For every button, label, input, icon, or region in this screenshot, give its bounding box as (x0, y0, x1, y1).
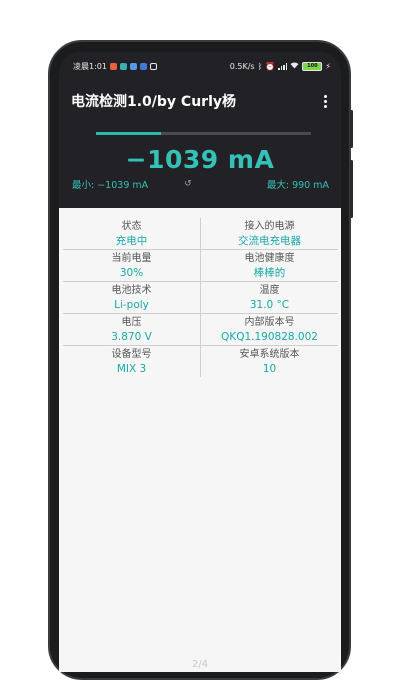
bluetooth-icon: ᛒ (257, 61, 263, 71)
info-cell: 设备型号 MIX 3 (63, 346, 201, 377)
app-notification-icon (109, 62, 117, 70)
battery-health-label: 电池健康度 (244, 252, 295, 264)
temperature-label: 温度 (259, 284, 280, 296)
power-source-label: 接入的电源 (244, 220, 295, 232)
battery-tech-value: Li-poly (114, 298, 149, 311)
info-cell: 电池技术 Li-poly (63, 282, 201, 313)
charging-icon: ⚡ (325, 61, 331, 71)
phone-side-button (350, 110, 353, 148)
app-notification-icon (119, 62, 127, 70)
current-progress-fill (96, 132, 161, 135)
max-current: 最大: 990 mA (266, 180, 329, 191)
info-cell: 电压 3.870 V (63, 314, 201, 345)
status-label: 状态 (121, 220, 142, 232)
device-model-value: MIX 3 (116, 362, 147, 375)
current-meter: −1039 mA 最小: −1039 mA ↺ 最大: 990 mA (59, 122, 341, 191)
device-model-label: 设备型号 (111, 348, 152, 360)
phone-side-button (350, 160, 353, 218)
info-row: 电压 3.870 V 内部版本号 QKQ1.190828.002 (63, 314, 338, 346)
min-current: 最小: −1039 mA (72, 180, 149, 191)
info-row: 设备型号 MIX 3 安卓系统版本 10 (63, 346, 338, 377)
reset-icon[interactable]: ↺ (184, 179, 192, 189)
info-row: 状态 充电中 接入的电源 交流电充电器 (63, 218, 338, 250)
power-source-value: 交流电充电器 (238, 234, 301, 247)
network-speed: 0.5K/s (229, 61, 255, 71)
info-cell: 温度 31.0 °C (201, 282, 338, 313)
app-bar: 电流检测1.0/by Curly杨 (59, 80, 341, 122)
info-row: 当前电量 30% 电池健康度 棒棒的 (63, 250, 338, 282)
wifi-icon (290, 61, 299, 71)
gallery-notification-icon (149, 62, 157, 70)
android-version-label: 安卓系统版本 (239, 348, 300, 360)
app-notification-icon (129, 62, 137, 70)
info-cell: 安卓系统版本 10 (201, 346, 338, 377)
info-row: 电池技术 Li-poly 温度 31.0 °C (63, 282, 338, 314)
battery-icon: 100 (302, 61, 323, 71)
app-notification-icon (139, 62, 147, 70)
battery-info-panel: 状态 充电中 接入的电源 交流电充电器 当前电量 30% 电池健康度 棒棒的 电… (59, 208, 341, 672)
info-cell: 当前电量 30% (63, 250, 201, 281)
current-progress-bar (96, 132, 311, 135)
signal-icon (278, 62, 288, 70)
info-cell: 电池健康度 棒棒的 (201, 250, 338, 281)
info-cell: 状态 充电中 (63, 218, 201, 249)
current-reading: −1039 mA (125, 145, 275, 174)
build-number-label: 内部版本号 (244, 316, 295, 328)
status-time: 凌晨1:01 (73, 61, 107, 71)
overflow-menu-icon[interactable] (319, 92, 331, 110)
min-max-row: 最小: −1039 mA ↺ 最大: 990 mA (59, 177, 341, 191)
voltage-value: 3.870 V (111, 330, 152, 343)
temperature-value: 31.0 °C (249, 298, 290, 311)
battery-info-table: 状态 充电中 接入的电源 交流电充电器 当前电量 30% 电池健康度 棒棒的 电… (63, 218, 338, 377)
voltage-label: 电压 (121, 316, 142, 328)
battery-tech-label: 电池技术 (111, 284, 152, 296)
battery-health-value: 棒棒的 (253, 266, 286, 279)
phone-screen: 凌晨1:01 0.5K/s ᛒ ⏰ 100 ⚡ 电流检测1.0/by Curly… (59, 52, 341, 672)
battery-level-label: 当前电量 (111, 252, 152, 264)
battery-level-value: 30% (119, 266, 144, 279)
info-cell: 接入的电源 交流电充电器 (201, 218, 338, 249)
android-version-value: 10 (262, 362, 277, 375)
status-value: 充电中 (115, 234, 148, 247)
battery-level: 100 (307, 63, 318, 69)
build-number-value: QKQ1.190828.002 (221, 330, 318, 343)
status-bar: 凌晨1:01 0.5K/s ᛒ ⏰ 100 ⚡ (59, 52, 341, 80)
app-title: 电流检测1.0/by Curly杨 (71, 94, 237, 110)
info-cell: 内部版本号 QKQ1.190828.002 (201, 314, 338, 345)
alarm-icon: ⏰ (265, 61, 276, 71)
